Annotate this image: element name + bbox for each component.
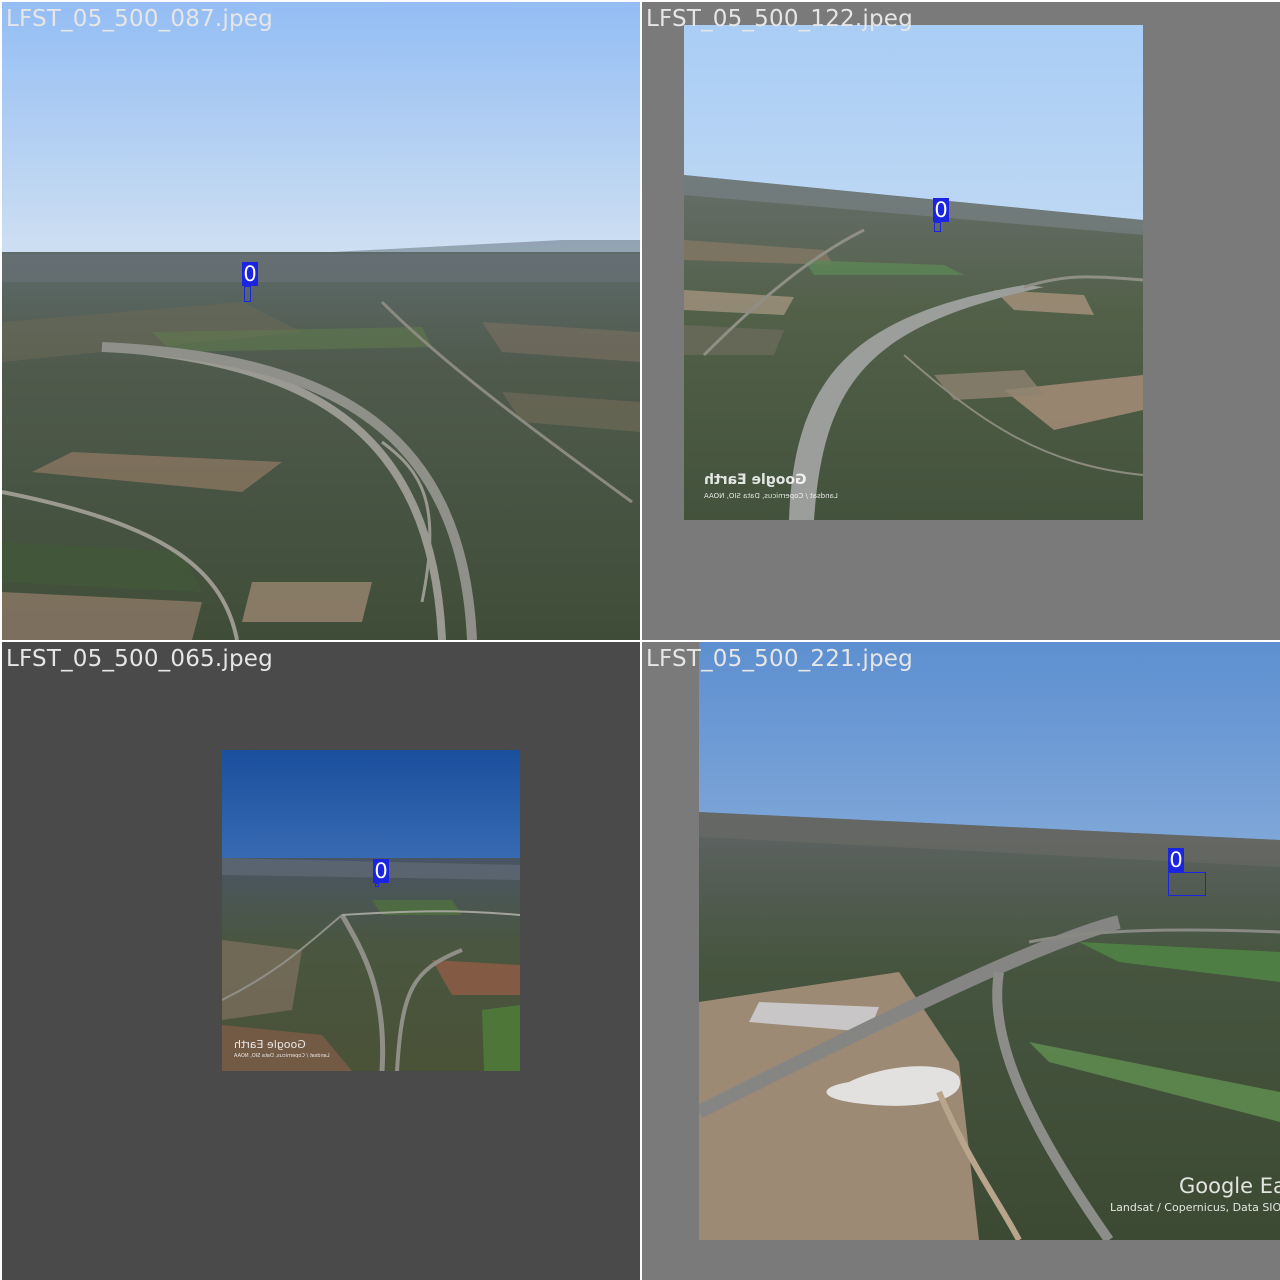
detection-class-label: 0 [933,198,949,222]
detection-class-label: 0 [242,262,258,286]
image-filename: LFST_05_500_122.jpeg [646,6,913,32]
google-earth-watermark: Google Earth [234,1038,306,1051]
aerial-photo [2,2,640,640]
image-filename: LFST_05_500_221.jpeg [646,646,913,672]
google-earth-watermark: Google Ear [1179,1174,1280,1198]
detection-class-label: 0 [1168,848,1184,872]
detection-bounding-box [1168,872,1206,896]
mosaic-grid: LFST_05_500_087.jpeg 0 Google Earth Land… [0,0,1280,1280]
detection-class-label: 0 [373,859,389,883]
imagery-credits: Landsat / Copernicus, Data SIO, N [1110,1201,1280,1214]
image-filename: LFST_05_500_087.jpeg [6,6,273,32]
image-tile-3: Google Earth Landsat / Copernicus, Data … [2,642,640,1280]
image-tile-2: Google Earth Landsat / Copernicus, Data … [642,2,1280,640]
aerial-photo [699,642,1280,1240]
aerial-photo [222,750,520,1071]
detection-bounding-box [934,222,941,232]
google-earth-watermark: Google Earth [704,472,807,488]
imagery-credits: Landsat / Copernicus, Data SIO, NOAA [234,1053,330,1059]
image-tile-4: Google Ear Landsat / Copernicus, Data SI… [642,642,1280,1280]
detection-bounding-box [244,286,251,302]
image-tile-1: LFST_05_500_087.jpeg 0 [2,2,640,640]
detection-bounding-box [375,883,379,887]
imagery-credits: Landsat / Copernicus, Data SIO, NOAA [704,492,838,500]
aerial-photo [684,25,1143,520]
image-filename: LFST_05_500_065.jpeg [6,646,273,672]
